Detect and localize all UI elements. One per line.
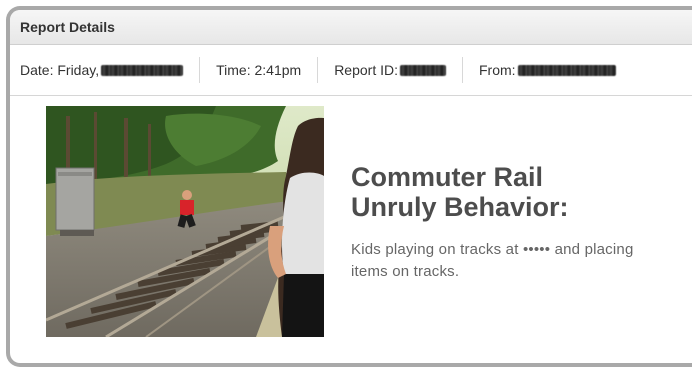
report-meta-row: Date: Friday, Time: 2:41pm Report ID: Fr… xyxy=(10,45,692,96)
report-header-title: Report Details xyxy=(20,19,115,35)
story-description: Kids playing on tracks at ••••• and plac… xyxy=(351,241,634,280)
redacted-report-id xyxy=(400,64,446,76)
report-date: Date: Friday, xyxy=(20,57,201,83)
time-label: Time: 2:41pm xyxy=(216,62,302,78)
report-header: Report Details xyxy=(10,10,692,45)
story-title: Commuter Rail Unruly Behavior: xyxy=(351,162,569,222)
story-title-line-2: Unruly Behavior: xyxy=(351,192,569,222)
report-id-label: Report ID: xyxy=(334,62,398,78)
report-id: Report ID: xyxy=(334,57,463,83)
report-time: Time: 2:41pm xyxy=(216,57,319,83)
report-from: From: xyxy=(479,57,632,83)
incident-photo xyxy=(46,106,324,337)
redacted-sender xyxy=(517,64,616,76)
date-label: Date: Friday, xyxy=(20,62,100,78)
from-label: From: xyxy=(479,62,516,78)
redacted-date xyxy=(101,64,184,76)
story-title-line-1: Commuter Rail xyxy=(351,162,544,192)
